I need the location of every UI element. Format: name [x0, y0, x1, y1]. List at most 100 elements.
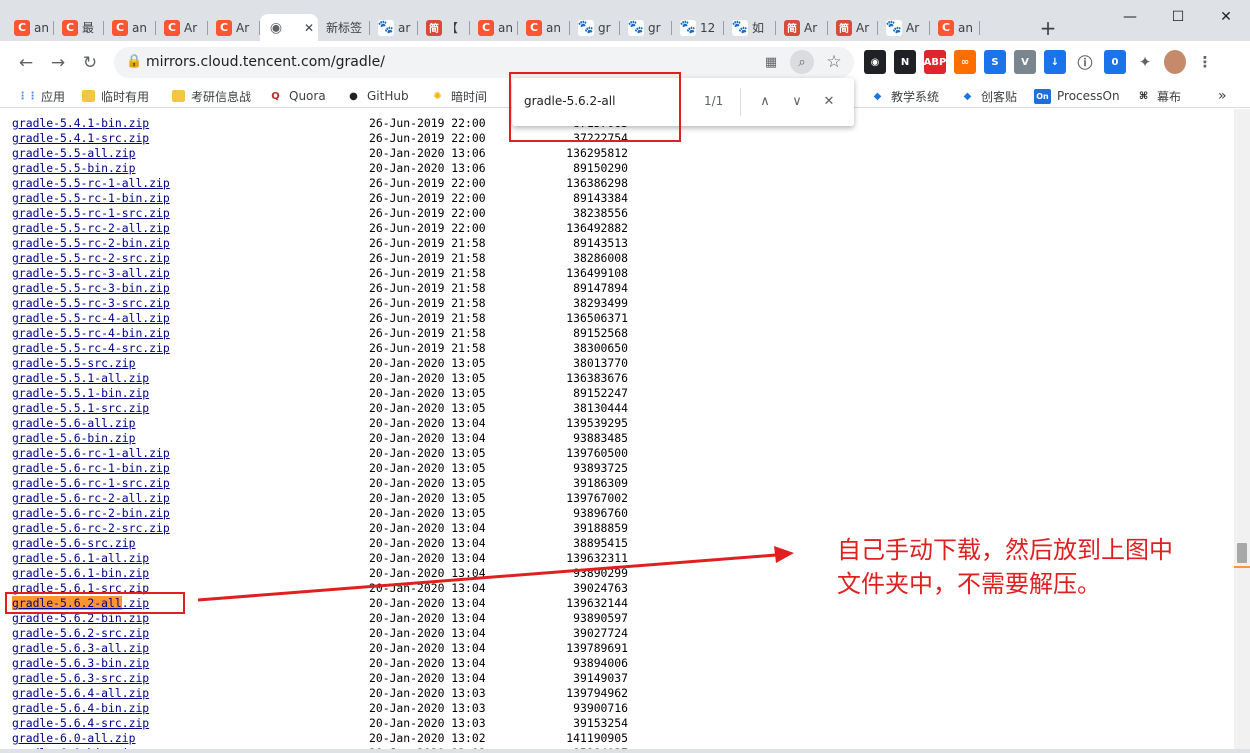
file-link[interactable]: gradle-5.6-rc-2-bin.zip — [12, 506, 170, 521]
file-link[interactable]: gradle-5.6.3-src.zip — [12, 671, 149, 686]
find-in-page-icon[interactable]: ⌕ — [790, 50, 814, 74]
reload-button[interactable]: ↻ — [76, 49, 104, 77]
bookmark-item[interactable]: On ProcessOn — [1034, 87, 1120, 105]
tab-0[interactable]: Can — [6, 14, 54, 41]
tab-6[interactable]: 新标签 — [318, 14, 370, 41]
tab-14[interactable]: 🐾 如 — [724, 14, 776, 41]
qr-code-icon[interactable]: ▦ — [759, 50, 783, 74]
file-link[interactable]: gradle-5.5-all.zip — [12, 146, 135, 161]
bookmark-item[interactable]: ◆ 教学系统 — [870, 87, 939, 105]
bookmark-item[interactable]: ◆ 创客贴 — [960, 87, 1017, 105]
file-link[interactable]: gradle-5.5-rc-2-all.zip — [12, 221, 170, 236]
tab-11[interactable]: 🐾 gr — [570, 14, 620, 41]
bookmark-item[interactable]: ✺ 暗时间 — [430, 87, 487, 105]
file-link[interactable]: gradle-5.6-rc-2-all.zip — [12, 491, 170, 506]
forward-button[interactable]: → — [44, 49, 72, 77]
file-link[interactable]: gradle-5.5-rc-1-src.zip — [12, 206, 170, 221]
bookmark-item[interactable]: ⋮⋮ 应用 — [18, 87, 66, 105]
file-link[interactable]: gradle-5.6.1-all.zip — [12, 551, 149, 566]
bookmark-item[interactable]: 临时有用 — [82, 87, 149, 105]
file-link[interactable]: gradle-5.6-rc-1-all.zip — [12, 446, 170, 461]
file-link[interactable]: gradle-5.5.1-all.zip — [12, 371, 149, 386]
file-link[interactable]: gradle-5.4.1-bin.zip — [12, 116, 149, 131]
tab-4[interactable]: C Ar — [208, 14, 260, 41]
file-link[interactable]: gradle-5.4.1-src.zip — [12, 131, 149, 146]
vue-icon[interactable]: V — [1014, 50, 1036, 74]
file-link[interactable]: gradle-5.6.2-src.zip — [12, 626, 149, 641]
file-link[interactable]: gradle-5.6.4-src.zip — [12, 716, 149, 731]
file-link[interactable]: gradle-5.6-rc-1-bin.zip — [12, 461, 170, 476]
file-link[interactable]: gradle-5.5-rc-3-bin.zip — [12, 281, 170, 296]
file-link[interactable]: gradle-5.6-bin.zip — [12, 431, 135, 446]
tab-15[interactable]: 简 Ar — [776, 14, 828, 41]
file-link[interactable]: gradle-5.5-rc-3-src.zip — [12, 296, 170, 311]
file-link[interactable]: gradle-5.6-src.zip — [12, 536, 135, 551]
find-close-button[interactable]: ✕ — [818, 90, 840, 112]
file-link[interactable]: gradle-5.5-rc-4-src.zip — [12, 341, 170, 356]
menu-icon[interactable]: ⋮ — [1194, 50, 1216, 74]
notion-icon[interactable]: N — [894, 50, 916, 74]
file-link[interactable]: gradle-6.0-all.zip — [12, 731, 135, 746]
file-link[interactable]: gradle-5.6.3-all.zip — [12, 641, 149, 656]
file-link[interactable]: gradle-5.6-all.zip — [12, 416, 135, 431]
minimize-button[interactable]: — — [1106, 0, 1154, 34]
bookmark-item[interactable]: ⌘ 幕布 — [1136, 87, 1181, 105]
tab-18[interactable]: Can — [930, 14, 980, 41]
vertical-scrollbar[interactable] — [1234, 109, 1250, 749]
file-link[interactable]: gradle-5.5-rc-2-src.zip — [12, 251, 170, 266]
file-link[interactable]: gradle-5.5.1-src.zip — [12, 401, 149, 416]
file-link[interactable]: gradle-5.5-src.zip — [12, 356, 135, 371]
s-icon[interactable]: S — [984, 50, 1006, 74]
scrollbar-thumb[interactable] — [1237, 543, 1247, 563]
tab-16[interactable]: 简 Ar — [828, 14, 878, 41]
download-icon[interactable]: ↓ — [1044, 50, 1066, 74]
tab-3[interactable]: C Ar — [156, 14, 208, 41]
file-link[interactable]: gradle-5.6.4-bin.zip — [12, 701, 149, 716]
maximize-button[interactable]: ☐ — [1154, 0, 1202, 34]
tab-10[interactable]: Can — [518, 14, 570, 41]
tab-9[interactable]: Can — [470, 14, 518, 41]
tab-12[interactable]: 🐾 gr — [620, 14, 672, 41]
bookmark-item[interactable]: Q Quora — [268, 87, 325, 105]
file-link[interactable]: gradle-5.6-rc-2-src.zip — [12, 521, 170, 536]
tab-13[interactable]: 🐾 12 — [672, 14, 724, 41]
tab-7[interactable]: 🐾 ar — [370, 14, 418, 41]
bookmark-star-icon[interactable]: ☆ — [822, 50, 846, 74]
file-link[interactable]: gradle-5.6.4-all.zip — [12, 686, 149, 701]
bookmark-item[interactable]: ● GitHub — [346, 87, 408, 105]
mask-icon[interactable]: ◉ — [864, 50, 886, 74]
file-link[interactable]: gradle-5.5-rc-3-all.zip — [12, 266, 170, 281]
puzzle-icon[interactable]: ✦ — [1134, 50, 1156, 74]
file-link[interactable]: gradle-5.6.3-bin.zip — [12, 656, 149, 671]
bookmarks-overflow-button[interactable]: » — [1218, 87, 1227, 105]
tab-8[interactable]: 简【 — [418, 14, 470, 41]
code-icon[interactable]: ⓘ — [1074, 50, 1096, 74]
bookmark-item[interactable]: 考研信息战 — [172, 87, 251, 105]
infinity-icon[interactable]: ∞ — [954, 50, 976, 74]
file-link[interactable]: gradle-5.5-rc-1-all.zip — [12, 176, 170, 191]
file-link[interactable]: gradle-5.5-rc-4-all.zip — [12, 311, 170, 326]
sync-icon[interactable]: 0 — [1104, 50, 1126, 74]
back-button[interactable]: ← — [12, 49, 40, 77]
file-link[interactable]: gradle-5.6.1-bin.zip — [12, 566, 149, 581]
file-link[interactable]: gradle-5.5.1-bin.zip — [12, 386, 149, 401]
url-text[interactable]: mirrors.cloud.tencent.com/gradle/ — [146, 54, 385, 70]
file-link[interactable]: gradle-5.6-rc-1-src.zip — [12, 476, 170, 491]
file-link[interactable]: gradle-5.5-rc-1-bin.zip — [12, 191, 170, 206]
find-next-button[interactable]: ∨ — [786, 90, 808, 112]
adblock-icon[interactable]: ABP — [924, 50, 946, 74]
find-previous-button[interactable]: ∧ — [754, 90, 776, 112]
tab-5[interactable]: ◉ ✕ — [260, 14, 318, 41]
address-bar[interactable]: 🔒 mirrors.cloud.tencent.com/gradle/ ▦ ⌕ … — [114, 47, 854, 78]
file-link[interactable]: gradle-5.5-rc-2-bin.zip — [12, 236, 170, 251]
lock-icon[interactable]: 🔒 — [126, 54, 142, 69]
new-tab-button[interactable]: + — [1036, 14, 1060, 41]
close-window-button[interactable]: ✕ — [1202, 0, 1250, 34]
file-link[interactable]: gradle-5.5-rc-4-bin.zip — [12, 326, 170, 341]
avatar-icon[interactable]: ● — [1164, 50, 1186, 74]
file-link[interactable]: gradle-5.5-bin.zip — [12, 161, 135, 176]
tab-2[interactable]: Can — [104, 14, 156, 41]
tab-1[interactable]: C最 — [54, 14, 104, 41]
tab-close-icon[interactable]: ✕ — [304, 21, 314, 35]
tab-17[interactable]: 🐾 Ar — [878, 14, 930, 41]
